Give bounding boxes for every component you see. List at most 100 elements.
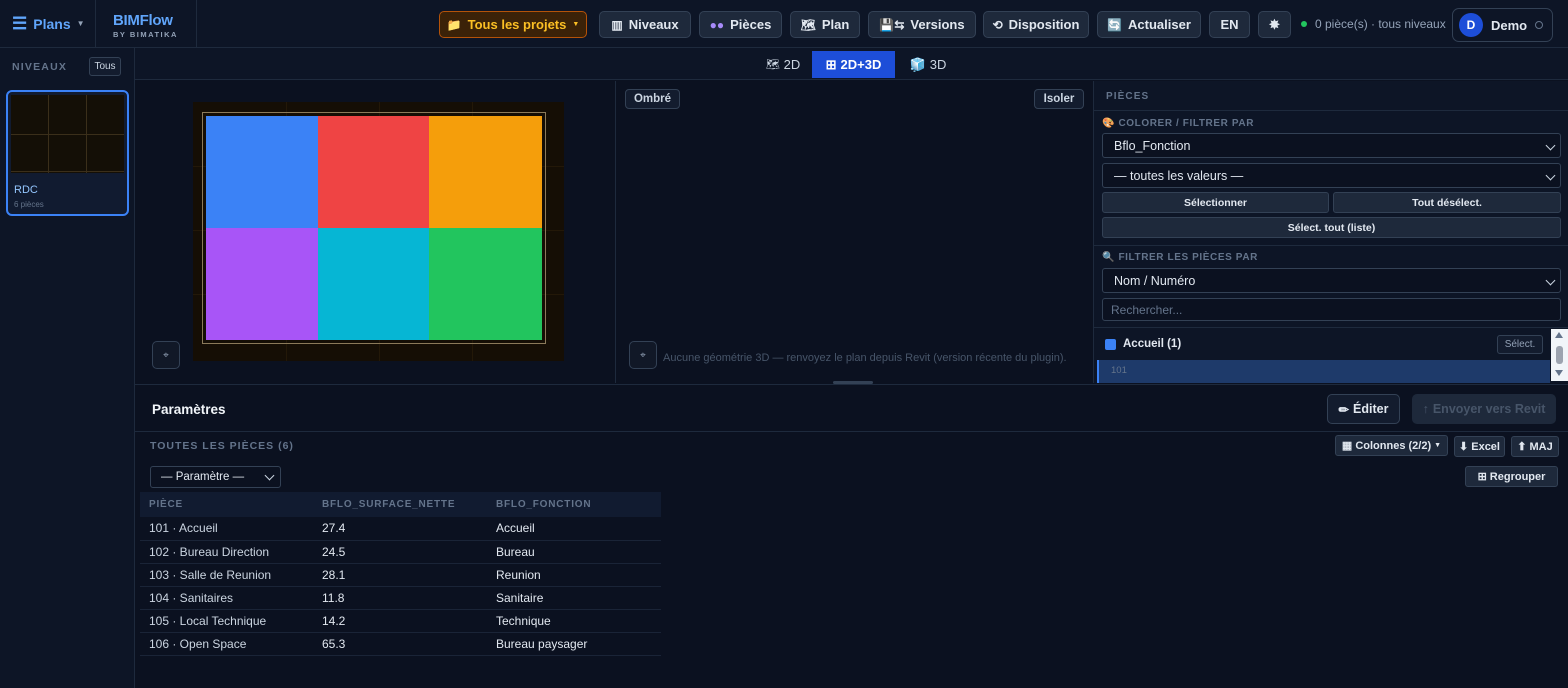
list-item[interactable]: 101 xyxy=(1097,360,1550,383)
table-cell: 27.4 xyxy=(313,517,487,541)
table-cell: 65.3 xyxy=(313,632,487,656)
group-select-button[interactable]: Sélect. xyxy=(1497,335,1543,354)
level-card-rdc[interactable]: RDC 6 pièces xyxy=(6,90,129,216)
room-102[interactable] xyxy=(318,116,429,228)
rooms-parameters-table: PIÈCE BFLO_SURFACE_NETTE BFLO_FONCTION 1… xyxy=(140,492,661,656)
shaded-toggle-button[interactable]: Ombré xyxy=(625,89,680,109)
table-row[interactable]: 105 · Local Technique 14.2 Technique xyxy=(140,609,661,633)
room-104[interactable] xyxy=(206,228,318,340)
nav-plan-button[interactable]: 🗺 Plan xyxy=(790,11,860,38)
recenter-3d-button[interactable]: ⌖ xyxy=(629,341,657,369)
filter-by-label: 🔍 FILTRER LES PIÈCES PAR xyxy=(1102,252,1258,263)
chevron-down-icon xyxy=(264,470,275,481)
room-101[interactable] xyxy=(206,116,318,228)
rooms-icon: ●● xyxy=(709,17,725,32)
columns-button-label: Colonnes (2/2) xyxy=(1355,439,1432,452)
table-row[interactable]: 106 · Open Space 65.3 Bureau paysager xyxy=(140,632,661,656)
columns-button[interactable]: ▦ Colonnes (2/2) ▼ xyxy=(1335,435,1448,456)
chevron-down-icon xyxy=(1545,170,1556,181)
table-row[interactable]: 101 · Accueil 27.4 Accueil xyxy=(140,517,661,541)
parameter-select-value: — Paramètre — xyxy=(161,471,245,483)
level-thumbnail xyxy=(11,95,124,173)
color-param-select[interactable]: Bflo_Fonction xyxy=(1102,133,1561,158)
room-103[interactable] xyxy=(429,116,542,228)
room-105[interactable] xyxy=(318,228,429,340)
value-filter-select[interactable]: — toutes les valeurs — xyxy=(1102,163,1561,188)
table-row[interactable]: 103 · Salle de Reunion 28.1 Reunion xyxy=(140,563,661,587)
recenter-2d-button[interactable]: ⌖ xyxy=(152,341,180,369)
table-cell: 102 · Bureau Direction xyxy=(140,540,313,564)
nav-versions-button[interactable]: 💾⇆ Versions xyxy=(868,11,976,38)
column-header[interactable]: PIÈCE xyxy=(140,492,313,517)
filter-field-select[interactable]: Nom / Numéro xyxy=(1102,268,1561,293)
tab-2d3d[interactable]: ⊞ 2D+3D xyxy=(812,51,895,78)
user-name: Demo xyxy=(1491,17,1528,33)
group-button[interactable]: ⊞ Regrouper xyxy=(1465,466,1558,487)
brand-logo: BIMFlow BY BIMATIKA xyxy=(96,0,197,48)
update-button[interactable]: ⬆ MAJ xyxy=(1511,436,1559,457)
table-cell: 104 · Sanitaires xyxy=(140,586,313,610)
scroll-thumb[interactable] xyxy=(1556,346,1563,364)
scroll-down-icon[interactable] xyxy=(1555,370,1563,376)
chevron-down-icon: ▼ xyxy=(76,19,85,28)
value-filter-value: — toutes les valeurs — xyxy=(1114,168,1244,183)
table-cell: 103 · Salle de Reunion xyxy=(140,563,313,587)
rooms-list-scrollbar[interactable] xyxy=(1551,329,1568,381)
table-row[interactable]: 102 · Bureau Direction 24.5 Bureau xyxy=(140,540,661,564)
room-group-accueil[interactable]: Accueil (1) Sélect. xyxy=(1098,333,1550,357)
tab-3d[interactable]: 🧊 3D xyxy=(903,51,953,78)
status-dot-icon xyxy=(1301,21,1307,27)
column-header[interactable]: BFLO_FONCTION xyxy=(487,492,661,517)
theme-toggle-button[interactable]: ✸ xyxy=(1258,11,1291,38)
table-cell: 101 · Accueil xyxy=(140,517,313,541)
edit-button-label: Éditer xyxy=(1353,402,1389,416)
edit-button[interactable]: ✏︎ Éditer xyxy=(1327,394,1400,424)
send-to-revit-button[interactable]: ↑ Envoyer vers Revit xyxy=(1412,394,1556,424)
table-header-row: PIÈCE BFLO_SURFACE_NETTE BFLO_FONCTION xyxy=(140,492,661,517)
scroll-up-icon[interactable] xyxy=(1555,332,1563,338)
settings-ring-icon xyxy=(1535,21,1544,29)
refresh-icon: 🔄 xyxy=(1107,17,1123,32)
user-menu[interactable]: D Demo xyxy=(1452,8,1553,42)
nav-disposition-button[interactable]: ⟲ Disposition xyxy=(983,11,1089,38)
table-row[interactable]: 104 · Sanitaires 11.8 Sanitaire xyxy=(140,586,661,610)
search-placeholder: Rechercher... xyxy=(1111,302,1183,317)
avatar: D xyxy=(1459,13,1483,37)
deselect-all-button[interactable]: Tout désélect. xyxy=(1333,192,1561,213)
cube-icon: 🧊 xyxy=(909,56,926,72)
chevron-down-icon: ▼ xyxy=(572,21,580,28)
plan-2d-viewport[interactable]: ⌖ xyxy=(140,81,616,383)
map-icon: 🗺 xyxy=(800,17,816,32)
select-button[interactable]: Sélectionner xyxy=(1102,192,1329,213)
language-button[interactable]: EN xyxy=(1209,11,1250,38)
tab-2d[interactable]: 🗺 2D xyxy=(755,51,811,78)
crosshair-icon: ⌖ xyxy=(640,349,646,361)
isolate-button[interactable]: Isoler xyxy=(1034,89,1084,109)
table-cell: 24.5 xyxy=(313,540,487,564)
parameter-select[interactable]: — Paramètre — xyxy=(150,466,281,488)
search-icon: 🔍 xyxy=(1102,252,1116,263)
export-excel-button[interactable]: ⬇ Excel xyxy=(1454,436,1505,457)
levels-heading: NIVEAUX xyxy=(12,61,68,73)
room-106[interactable] xyxy=(429,228,542,340)
levels-sidebar: NIVEAUX Tous RDC 6 pièces xyxy=(0,48,135,688)
nav-plan-label: Plan xyxy=(821,17,850,32)
select-all-list-button[interactable]: Sélect. tout (liste) xyxy=(1102,217,1561,238)
column-header[interactable]: BFLO_SURFACE_NETTE xyxy=(313,492,487,517)
all-levels-button[interactable]: Tous xyxy=(89,57,121,76)
nav-actualiser-button[interactable]: 🔄 Actualiser xyxy=(1097,11,1201,38)
view-3d-viewport[interactable]: Ombré Isoler ⌖ Aucune géométrie 3D — ren… xyxy=(617,81,1092,384)
view-mode-tabs: 🗺 2D ⊞ 2D+3D 🧊 3D xyxy=(135,48,1568,80)
nav-niveaux-button[interactable]: ▥ Niveaux xyxy=(599,11,691,38)
filter-by-label-text: FILTRER LES PIÈCES PAR xyxy=(1118,252,1258,263)
group-label: Accueil (1) xyxy=(1123,338,1182,350)
plans-menu-button[interactable]: ☰ Plans ▼ xyxy=(0,0,96,48)
search-input[interactable]: Rechercher... xyxy=(1102,298,1561,321)
project-select-button[interactable]: 📁 Tous les projets ▼ xyxy=(439,11,587,38)
filter-field-value: Nom / Numéro xyxy=(1114,273,1196,288)
reset-layout-icon: ⟲ xyxy=(992,17,1003,32)
chevron-down-icon: ▼ xyxy=(1434,442,1442,449)
nav-pieces-button[interactable]: ●● Pièces xyxy=(699,11,782,38)
list-item-number: 101 xyxy=(1111,365,1127,376)
send-to-revit-label: Envoyer vers Revit xyxy=(1432,402,1546,416)
